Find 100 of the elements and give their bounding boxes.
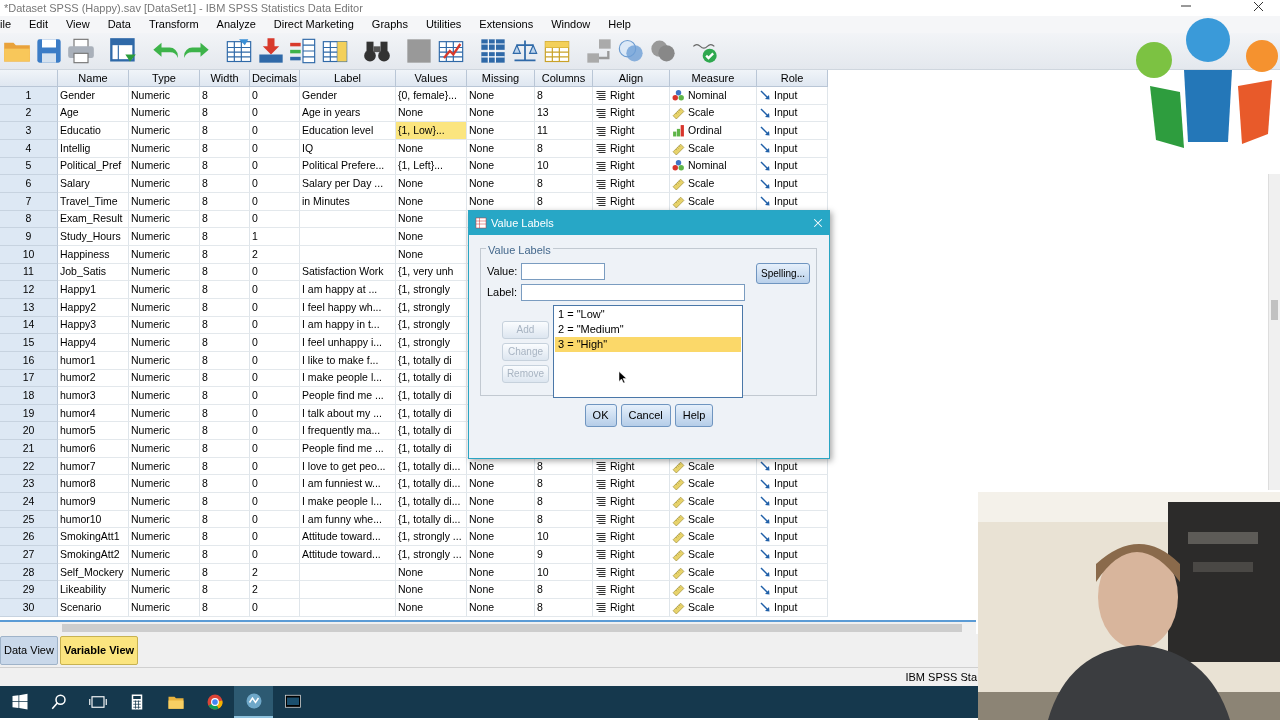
column-header[interactable]: Decimals xyxy=(250,70,300,87)
row-number[interactable]: 29 xyxy=(0,581,58,600)
table-cell[interactable]: {1, Left}... xyxy=(396,157,467,176)
dialog-button[interactable]: Cancel xyxy=(620,404,671,427)
table-cell[interactable]: {1, strongly ... xyxy=(396,546,467,564)
menu-item[interactable]: Window xyxy=(542,16,600,33)
table-cell[interactable]: {1, totally di xyxy=(396,351,467,370)
row-number[interactable]: 21 xyxy=(0,440,58,458)
table-cell-text: Right xyxy=(610,87,635,103)
column-header[interactable]: Columns xyxy=(535,70,593,87)
column-header[interactable]: Missing xyxy=(467,70,535,87)
table-cell[interactable]: {1, totally di xyxy=(396,369,467,388)
row-number[interactable]: 9 xyxy=(0,228,58,246)
value-list[interactable]: 1 = "Low" 2 = "Medium" 3 = "High" xyxy=(553,305,743,398)
table-cell[interactable]: None xyxy=(396,245,467,264)
row-number[interactable]: 27 xyxy=(0,546,58,564)
table-cell: I am funny whe... xyxy=(300,510,396,529)
table-cell[interactable]: None xyxy=(396,192,467,211)
row-number[interactable]: 23 xyxy=(0,475,58,494)
table-cell: 0 xyxy=(250,369,300,388)
menu-item[interactable]: Edit xyxy=(20,16,57,33)
view-tab[interactable]: Data View xyxy=(0,636,58,665)
table-cell[interactable]: {1, strongly xyxy=(396,316,467,335)
table-cell-text: Scale xyxy=(688,105,715,121)
menu-item[interactable]: Graphs xyxy=(362,16,417,33)
table-cell: Attitude toward... xyxy=(300,546,396,564)
table-cell[interactable]: {1, strongly xyxy=(396,281,467,299)
table-cell: 2 xyxy=(250,563,300,582)
dialog-button[interactable]: OK xyxy=(584,404,617,427)
table-cell: Salary per Day ... xyxy=(300,175,396,193)
table-cell[interactable]: {1, Low}... xyxy=(396,122,467,140)
table-cell: Numeric xyxy=(129,298,200,317)
row-number[interactable]: 3 xyxy=(0,122,58,140)
table-cell[interactable]: {1, totally di xyxy=(396,387,467,405)
spelling-button[interactable]: Spelling... xyxy=(756,263,810,284)
row-number[interactable]: 6 xyxy=(0,175,58,193)
table-cell: Numeric xyxy=(129,493,200,511)
menu-item[interactable]: Data xyxy=(98,16,140,33)
table-cell: 8 xyxy=(200,581,250,600)
row-number[interactable]: 24 xyxy=(0,493,58,511)
table-cell[interactable]: None xyxy=(396,228,467,246)
row-number[interactable]: 30 xyxy=(0,599,58,617)
table-cell[interactable]: None xyxy=(396,581,467,600)
table-cell-text: Scale xyxy=(688,599,715,615)
menu-item[interactable]: ile xyxy=(0,16,20,33)
view-tab[interactable]: Variable View xyxy=(59,636,139,665)
table-cell[interactable]: {1, strongly ... xyxy=(396,528,467,547)
table-cell[interactable]: None xyxy=(396,599,467,617)
table-cell[interactable]: {1, totally di... xyxy=(396,457,467,476)
row-number[interactable]: 15 xyxy=(0,334,58,352)
list-item[interactable]: 2 = "Medium" xyxy=(555,322,741,337)
table-cell[interactable]: {1, strongly xyxy=(396,298,467,317)
row-number[interactable]: 18 xyxy=(0,387,58,405)
table-cell: Self_Mockery xyxy=(58,563,129,582)
table-cell[interactable]: {1, strongly xyxy=(396,334,467,352)
table-cell[interactable]: {1, totally di xyxy=(396,404,467,423)
column-header[interactable]: Label xyxy=(300,70,396,87)
menu-item[interactable]: Extensions xyxy=(470,16,543,33)
table-cell[interactable]: {1, totally di xyxy=(396,440,467,458)
table-cell[interactable]: {1, totally di... xyxy=(396,475,467,494)
menu-item[interactable]: Transform xyxy=(139,16,208,33)
table-cell[interactable]: {1, very unh xyxy=(396,263,467,282)
list-item[interactable]: 3 = "High" xyxy=(555,337,741,352)
table-cell: 0 xyxy=(250,493,300,511)
table-cell-text: Scale xyxy=(688,458,715,474)
table-cell[interactable]: None xyxy=(396,139,467,158)
table-cell-text: Input xyxy=(774,193,798,209)
column-header[interactable]: Align xyxy=(593,70,670,87)
menu-item[interactable]: Help xyxy=(599,16,640,33)
table-cell: Numeric xyxy=(129,528,200,547)
table-cell: 8 xyxy=(200,298,250,317)
table-cell[interactable]: None xyxy=(396,563,467,582)
column-header[interactable]: Measure xyxy=(670,70,757,87)
row-number[interactable]: 1 xyxy=(0,87,58,105)
row-number[interactable]: 12 xyxy=(0,281,58,299)
table-cell: Travel_Time xyxy=(58,192,129,211)
dialog-button[interactable]: Help xyxy=(674,404,714,427)
table-cell: Numeric xyxy=(129,175,200,193)
table-cell[interactable]: None xyxy=(396,175,467,193)
table-cell[interactable]: None xyxy=(396,210,467,229)
column-header[interactable]: Role xyxy=(757,70,828,87)
row-number[interactable]: 26 xyxy=(0,528,58,547)
table-cell[interactable]: {1, totally di... xyxy=(396,510,467,529)
menu-item[interactable]: Analyze xyxy=(207,16,265,33)
menu-item[interactable]: Utilities xyxy=(416,16,471,33)
menu-item[interactable]: Direct Marketing xyxy=(264,16,363,33)
table-cell: 8 xyxy=(535,493,593,511)
menu-item[interactable]: View xyxy=(57,16,99,33)
table-cell: 2 xyxy=(250,581,300,600)
column-header[interactable]: Name xyxy=(58,70,129,87)
column-header[interactable]: Type xyxy=(129,70,200,87)
table-cell[interactable]: {0, female}... xyxy=(396,87,467,105)
table-cell: 11 xyxy=(535,122,593,140)
table-cell: 0 xyxy=(250,263,300,282)
table-cell[interactable]: {1, totally di... xyxy=(396,493,467,511)
table-cell[interactable]: {1, totally di xyxy=(396,422,467,441)
row-number[interactable]: 20 xyxy=(0,422,58,441)
column-header[interactable]: Values xyxy=(396,70,467,87)
column-header[interactable]: Width xyxy=(200,70,250,87)
list-item[interactable]: 1 = "Low" xyxy=(555,307,741,322)
